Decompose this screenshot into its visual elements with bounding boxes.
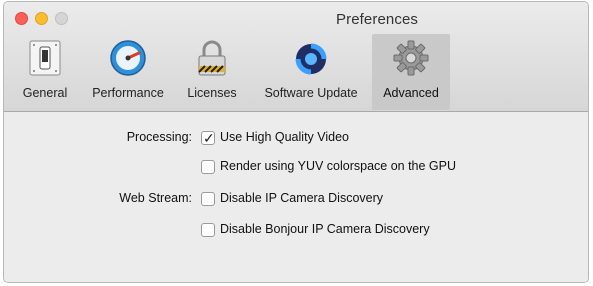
high-quality-video-checkbox[interactable]: ✓ [201,130,215,146]
padlock-icon [198,40,226,76]
switch-icon [29,40,61,76]
advanced-settings-panel: Processing: ✓ Use High Quality Video Ren… [4,112,588,282]
tab-software-update[interactable]: Software Update [252,34,370,110]
checkmark-icon: ✓ [203,130,215,146]
high-quality-video-label[interactable]: Use High Quality Video [220,130,349,144]
processing-row-label-wrap: Processing: [4,129,192,149]
disable-bonjour-discovery-label[interactable]: Disable Bonjour IP Camera Discovery [220,222,430,236]
tab-general[interactable]: General [16,34,74,110]
tab-performance[interactable]: Performance [82,34,174,110]
web-stream-label: Web Stream: [119,191,192,205]
disable-ip-camera-discovery-checkbox[interactable] [201,192,215,206]
speedometer-icon [110,40,146,76]
preferences-toolbar: General Performance Licenses Software Up… [4,32,588,110]
window-title: Preferences [336,11,418,28]
tab-performance-label: Performance [92,86,164,100]
disable-ip-camera-discovery-label[interactable]: Disable IP Camera Discovery [220,191,383,205]
yuv-colorspace-checkbox[interactable] [201,160,215,174]
sync-icon [295,43,327,75]
tab-advanced-label: Advanced [383,86,439,100]
title-bar: Preferences General Performance Licenses… [4,2,588,112]
tab-software-update-label: Software Update [264,86,358,100]
preferences-window: Preferences General Performance Licenses… [3,1,589,283]
gear-icon [393,40,429,76]
tab-licenses[interactable]: Licenses [180,34,244,110]
processing-label: Processing: [126,130,192,144]
tab-general-label: General [22,86,68,100]
tab-licenses-label: Licenses [187,86,237,100]
yuv-colorspace-label[interactable]: Render using YUV colorspace on the GPU [220,159,456,173]
web-stream-row-label-wrap: Web Stream: [4,190,192,210]
tab-advanced[interactable]: Advanced [372,34,450,110]
disable-bonjour-discovery-checkbox[interactable] [201,223,215,237]
